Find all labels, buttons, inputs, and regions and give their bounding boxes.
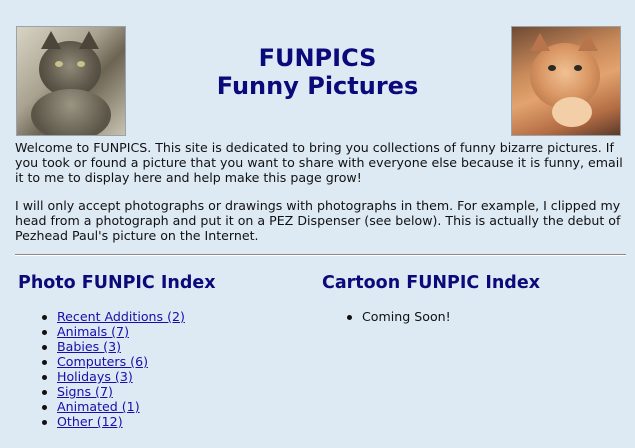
cat-body-shape	[31, 89, 111, 135]
photo-index-link-holidays[interactable]: Holidays (3)	[57, 369, 133, 384]
photo-index-link-other[interactable]: Other (12)	[57, 414, 123, 429]
site-title-line1: FUNPICS	[258, 44, 377, 72]
kitten-ear-shape	[530, 33, 550, 51]
horizontal-divider	[15, 254, 626, 256]
cat-ear-shape	[79, 31, 99, 49]
list-item: Signs (7)	[39, 384, 185, 399]
list-item: Babies (3)	[39, 339, 185, 354]
kitten-ear-shape	[578, 33, 598, 51]
list-item: Animated (1)	[39, 399, 185, 414]
list-item: Other (12)	[39, 414, 185, 429]
orange-kitten-photo	[511, 26, 621, 136]
photo-index-link-babies[interactable]: Babies (3)	[57, 339, 121, 354]
intro-paragraph-welcome: Welcome to FUNPICS. This site is dedicat…	[15, 140, 623, 185]
photo-index-link-computers[interactable]: Computers (6)	[57, 354, 148, 369]
photo-index-link-signs[interactable]: Signs (7)	[57, 384, 113, 399]
photo-index-heading: Photo FUNPIC Index	[18, 273, 216, 293]
cartoon-index-heading: Cartoon FUNPIC Index	[322, 273, 540, 293]
site-title-line2: Funny Pictures	[216, 72, 419, 100]
photo-index-link-recent-additions[interactable]: Recent Additions (2)	[57, 309, 185, 324]
list-item: Holidays (3)	[39, 369, 185, 384]
photo-index-list: Recent Additions (2) Animals (7) Babies …	[39, 309, 185, 429]
list-item: Computers (6)	[39, 354, 185, 369]
cat-ear-shape	[41, 31, 61, 49]
kitten-paw-shape	[552, 97, 592, 127]
site-title: FUNPICS Funny Pictures	[140, 44, 495, 100]
list-item: Recent Additions (2)	[39, 309, 185, 324]
kitten-eye-shape	[548, 65, 556, 71]
list-item: Animals (7)	[39, 324, 185, 339]
photo-index-link-animals[interactable]: Animals (7)	[57, 324, 129, 339]
list-item: Coming Soon!	[344, 309, 451, 324]
photo-index-link-animated[interactable]: Animated (1)	[57, 399, 140, 414]
cartoon-index-list: Coming Soon!	[344, 309, 451, 324]
cat-eye-shape	[55, 61, 63, 67]
coming-soon-text: Coming Soon!	[362, 309, 451, 324]
kitten-eye-shape	[574, 65, 582, 71]
intro-paragraph-submission-rules: I will only accept photographs or drawin…	[15, 198, 621, 243]
tabby-cat-photo	[16, 26, 126, 136]
cat-eye-shape	[77, 61, 85, 67]
